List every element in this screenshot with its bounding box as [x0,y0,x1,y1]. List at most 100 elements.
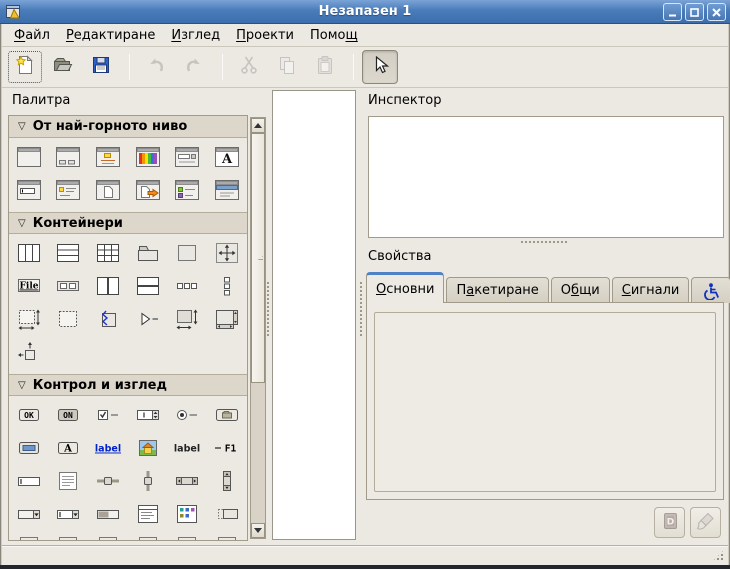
palette-item-hscrollbar[interactable] [168,466,208,499]
palette-item-vscale[interactable] [128,466,168,499]
palette-section-control-display[interactable]: ▽Контрол и изглед [9,374,247,396]
palette-item-menubar[interactable]: File [9,271,49,304]
tab-general[interactable]: Основни [366,272,444,303]
palette-section-containers[interactable]: ▽Контейнери [9,212,247,234]
palette-item-vbuttonbox[interactable] [207,271,247,304]
palette-item-vpaned[interactable] [128,271,168,304]
menu-item-file[interactable]: Файл [6,26,58,45]
palette-item-message-box[interactable] [49,175,89,208]
new-button[interactable] [7,50,43,84]
palette-item-toggle-button[interactable]: ON [49,400,89,433]
inspector-properties-splitter[interactable] [520,240,568,245]
palette-item-hbox[interactable] [49,238,89,271]
scrollbar-thumb[interactable] [251,133,265,383]
palette-item-color-selection-dialog[interactable] [128,142,168,175]
palette-item-layout[interactable] [207,304,247,337]
palette-item-font-button[interactable]: A [49,433,89,466]
title-bar[interactable]: Незапазен 1 [0,0,730,24]
palette-item-viewport[interactable] [49,304,89,337]
palette-item-file-chooser-dialog[interactable] [168,142,208,175]
expander-icon [135,307,161,335]
scroll-up-button[interactable] [251,118,265,133]
palette-item-clipped-widget[interactable] [168,532,208,541]
palette-item-vbox[interactable] [9,238,49,271]
palette-item-color-button[interactable] [9,433,49,466]
combo-box-icon [16,502,42,530]
palette-item-expander[interactable] [128,304,168,337]
minimize-button[interactable] [663,3,682,21]
palette-item-combo-box-entry[interactable] [49,499,89,532]
palette-item-aspect-frame[interactable] [168,304,208,337]
glade-app-icon[interactable] [5,4,21,20]
tab-packing[interactable]: Пакетиране [446,277,548,303]
palette-item-progress-bar[interactable] [88,499,128,532]
palette-item-clipped-widget[interactable] [207,532,247,541]
palette-item-table[interactable] [88,238,128,271]
palette-item-fixed[interactable] [207,238,247,271]
palette-item-frame[interactable] [168,238,208,271]
maximize-button[interactable] [685,3,704,21]
palette-canvas-splitter[interactable] [266,281,271,337]
palette-item-recent-chooser-dialog[interactable] [88,175,128,208]
palette-item-vscrollbar[interactable] [207,466,247,499]
menu-item-projects[interactable]: Проекти [228,26,302,45]
cell-view-icon [214,502,240,530]
scroll-down-button[interactable] [251,523,265,538]
palette-item-input-dialog[interactable] [9,175,49,208]
palette-item-assistant[interactable] [207,175,247,208]
palette-item-file-chooser-button[interactable] [207,400,247,433]
palette-item-font-selection-dialog[interactable]: A [207,142,247,175]
palette-item-hpaned[interactable] [88,271,128,304]
palette-item-message-dialog[interactable] [88,142,128,175]
selector-button[interactable] [362,50,398,84]
palette-item-notebook[interactable] [128,238,168,271]
resize-grip[interactable] [712,549,725,562]
palette-item-hbuttonbox[interactable] [168,271,208,304]
close-button[interactable] [707,3,726,21]
palette-item-about-dialog[interactable] [168,175,208,208]
palette-item-tree-view[interactable] [128,499,168,532]
palette-item-entry[interactable] [9,466,49,499]
menu-item-help[interactable]: Помощ [302,26,366,45]
palette-item-scrolled-window[interactable] [9,304,49,337]
palette-scrollbar[interactable] [250,117,266,539]
inspector-tree[interactable] [368,116,724,238]
save-button[interactable] [83,50,119,84]
palette-item-icon-view[interactable] [168,499,208,532]
palette-item-window[interactable] [9,142,49,175]
tab-signals[interactable]: Сигнали [612,277,690,303]
palette-item-alignment[interactable] [9,337,49,370]
palette-item-handlebox[interactable] [88,304,128,337]
svg-text:label: label [95,443,121,454]
tab-common[interactable]: Общи [551,277,610,303]
palette-item-cell-view[interactable] [207,499,247,532]
palette-item-accel-label[interactable]: F1 [207,433,247,466]
palette-item-clipped-widget[interactable] [9,532,49,541]
design-canvas[interactable] [272,90,356,540]
palette-item-clipped-widget[interactable] [128,532,168,541]
palette-item-text-view[interactable] [49,466,89,499]
palette-section-toplevel[interactable]: ▽От най-горното ниво [9,116,247,138]
menu-bar: ФайлРедактиранеИзгледПроектиПомощ [2,24,728,47]
palette-item-dialog[interactable] [49,142,89,175]
palette-item-clipped-widget[interactable] [49,532,89,541]
palette-item-toolbar-widget[interactable] [49,271,89,304]
palette-item-file-chooser-save-dialog[interactable] [128,175,168,208]
open-button[interactable] [45,50,81,84]
palette-item-image[interactable] [128,433,168,466]
palette-item-combo-box[interactable] [9,499,49,532]
link-button-icon: label [95,436,121,464]
palette-item-link-button[interactable]: label [88,433,128,466]
palette-item-clipped-widget[interactable] [88,532,128,541]
palette-item-label[interactable]: label [168,433,208,466]
menu-item-edit[interactable]: Редактиране [58,26,163,45]
tab-accessibility[interactable] [691,277,730,303]
canvas-inspector-splitter[interactable] [359,281,364,337]
palette-item-hscale[interactable] [88,466,128,499]
palette-item-spin-button[interactable] [128,400,168,433]
hbox-icon [55,241,81,269]
palette-item-button[interactable]: OK [9,400,49,433]
palette-item-check-button[interactable] [88,400,128,433]
menu-item-view[interactable]: Изглед [163,26,228,45]
palette-item-radio-button[interactable] [168,400,208,433]
